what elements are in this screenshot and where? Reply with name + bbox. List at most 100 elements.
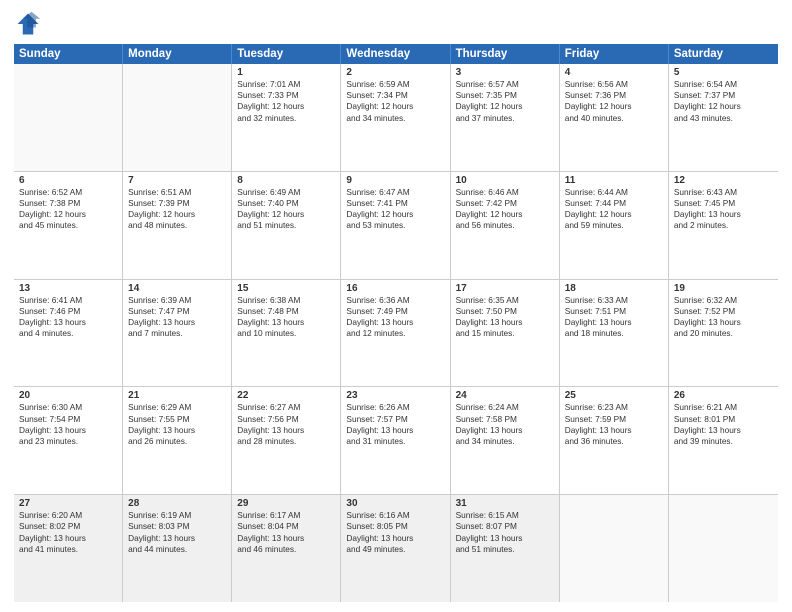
cell-line: Daylight: 12 hours xyxy=(565,101,663,112)
cell-line: and 23 minutes. xyxy=(19,436,117,447)
weekday-header: Monday xyxy=(123,44,232,64)
day-number: 12 xyxy=(674,175,773,186)
cell-line: and 12 minutes. xyxy=(346,328,444,339)
cell-line: Sunset: 7:48 PM xyxy=(237,306,335,317)
cell-line: Sunrise: 6:19 AM xyxy=(128,510,226,521)
calendar-cell: 28Sunrise: 6:19 AMSunset: 8:03 PMDayligh… xyxy=(123,495,232,602)
cell-line: Sunset: 8:02 PM xyxy=(19,521,117,532)
logo xyxy=(14,10,46,38)
page-header xyxy=(14,10,778,38)
cell-line: Sunset: 7:52 PM xyxy=(674,306,773,317)
cell-line: and 48 minutes. xyxy=(128,220,226,231)
calendar-cell: 2Sunrise: 6:59 AMSunset: 7:34 PMDaylight… xyxy=(341,64,450,171)
cell-line: Sunrise: 6:26 AM xyxy=(346,402,444,413)
day-number: 26 xyxy=(674,390,773,401)
day-number: 2 xyxy=(346,67,444,78)
calendar-cell xyxy=(14,64,123,171)
cell-line: Daylight: 13 hours xyxy=(456,425,554,436)
cell-line: Daylight: 12 hours xyxy=(346,209,444,220)
cell-line: Sunset: 7:45 PM xyxy=(674,198,773,209)
cell-line: Daylight: 13 hours xyxy=(346,317,444,328)
calendar-row: 13Sunrise: 6:41 AMSunset: 7:46 PMDayligh… xyxy=(14,280,778,388)
cell-line: and 10 minutes. xyxy=(237,328,335,339)
calendar-cell: 4Sunrise: 6:56 AMSunset: 7:36 PMDaylight… xyxy=(560,64,669,171)
day-number: 6 xyxy=(19,175,117,186)
cell-line: Sunrise: 6:36 AM xyxy=(346,295,444,306)
cell-line: Sunset: 7:54 PM xyxy=(19,414,117,425)
cell-line: and 49 minutes. xyxy=(346,544,444,555)
calendar-row: 6Sunrise: 6:52 AMSunset: 7:38 PMDaylight… xyxy=(14,172,778,280)
cell-line: and 4 minutes. xyxy=(19,328,117,339)
cell-line: Sunset: 7:33 PM xyxy=(237,90,335,101)
cell-line: Sunset: 7:59 PM xyxy=(565,414,663,425)
cell-line: and 28 minutes. xyxy=(237,436,335,447)
day-number: 1 xyxy=(237,67,335,78)
cell-line: Daylight: 12 hours xyxy=(237,209,335,220)
day-number: 23 xyxy=(346,390,444,401)
cell-line: and 34 minutes. xyxy=(346,113,444,124)
cell-line: Sunset: 7:46 PM xyxy=(19,306,117,317)
day-number: 19 xyxy=(674,283,773,294)
cell-line: and 37 minutes. xyxy=(456,113,554,124)
calendar-cell: 9Sunrise: 6:47 AMSunset: 7:41 PMDaylight… xyxy=(341,172,450,279)
cell-line: Sunrise: 6:46 AM xyxy=(456,187,554,198)
calendar: SundayMondayTuesdayWednesdayThursdayFrid… xyxy=(14,44,778,602)
cell-line: Sunset: 7:49 PM xyxy=(346,306,444,317)
cell-line: Sunrise: 6:47 AM xyxy=(346,187,444,198)
cell-line: Daylight: 13 hours xyxy=(19,533,117,544)
day-number: 10 xyxy=(456,175,554,186)
day-number: 17 xyxy=(456,283,554,294)
cell-line: Daylight: 13 hours xyxy=(456,317,554,328)
cell-line: Sunrise: 6:49 AM xyxy=(237,187,335,198)
weekday-header: Sunday xyxy=(14,44,123,64)
calendar-cell xyxy=(560,495,669,602)
cell-line: and 7 minutes. xyxy=(128,328,226,339)
day-number: 27 xyxy=(19,498,117,509)
calendar-cell: 22Sunrise: 6:27 AMSunset: 7:56 PMDayligh… xyxy=(232,387,341,494)
calendar-cell: 15Sunrise: 6:38 AMSunset: 7:48 PMDayligh… xyxy=(232,280,341,387)
cell-line: Sunset: 7:57 PM xyxy=(346,414,444,425)
cell-line: Sunrise: 6:27 AM xyxy=(237,402,335,413)
cell-line: Sunset: 7:47 PM xyxy=(128,306,226,317)
day-number: 8 xyxy=(237,175,335,186)
calendar-cell: 31Sunrise: 6:15 AMSunset: 8:07 PMDayligh… xyxy=(451,495,560,602)
cell-line: Daylight: 13 hours xyxy=(237,533,335,544)
cell-line: Daylight: 12 hours xyxy=(128,209,226,220)
cell-line: and 53 minutes. xyxy=(346,220,444,231)
cell-line: and 31 minutes. xyxy=(346,436,444,447)
cell-line: Sunrise: 6:52 AM xyxy=(19,187,117,198)
cell-line: Sunset: 8:01 PM xyxy=(674,414,773,425)
cell-line: Daylight: 12 hours xyxy=(674,101,773,112)
calendar-cell xyxy=(123,64,232,171)
weekday-header: Friday xyxy=(560,44,669,64)
cell-line: Sunset: 7:41 PM xyxy=(346,198,444,209)
cell-line: and 40 minutes. xyxy=(565,113,663,124)
cell-line: Daylight: 13 hours xyxy=(19,317,117,328)
day-number: 24 xyxy=(456,390,554,401)
day-number: 3 xyxy=(456,67,554,78)
cell-line: Sunset: 8:03 PM xyxy=(128,521,226,532)
day-number: 28 xyxy=(128,498,226,509)
cell-line: Sunrise: 6:32 AM xyxy=(674,295,773,306)
cell-line: and 44 minutes. xyxy=(128,544,226,555)
cell-line: and 45 minutes. xyxy=(19,220,117,231)
cell-line: Sunrise: 6:35 AM xyxy=(456,295,554,306)
calendar-cell xyxy=(669,495,778,602)
cell-line: Sunrise: 6:57 AM xyxy=(456,79,554,90)
calendar-cell: 29Sunrise: 6:17 AMSunset: 8:04 PMDayligh… xyxy=(232,495,341,602)
cell-line: Sunrise: 6:59 AM xyxy=(346,79,444,90)
cell-line: Sunrise: 6:17 AM xyxy=(237,510,335,521)
calendar-cell: 13Sunrise: 6:41 AMSunset: 7:46 PMDayligh… xyxy=(14,280,123,387)
cell-line: and 36 minutes. xyxy=(565,436,663,447)
cell-line: and 51 minutes. xyxy=(456,544,554,555)
day-number: 4 xyxy=(565,67,663,78)
cell-line: Daylight: 13 hours xyxy=(19,425,117,436)
cell-line: Sunrise: 6:44 AM xyxy=(565,187,663,198)
cell-line: Sunrise: 6:30 AM xyxy=(19,402,117,413)
cell-line: Daylight: 13 hours xyxy=(565,425,663,436)
cell-line: Sunset: 7:50 PM xyxy=(456,306,554,317)
calendar-cell: 14Sunrise: 6:39 AMSunset: 7:47 PMDayligh… xyxy=(123,280,232,387)
cell-line: Sunset: 7:37 PM xyxy=(674,90,773,101)
calendar-cell: 10Sunrise: 6:46 AMSunset: 7:42 PMDayligh… xyxy=(451,172,560,279)
cell-line: and 32 minutes. xyxy=(237,113,335,124)
